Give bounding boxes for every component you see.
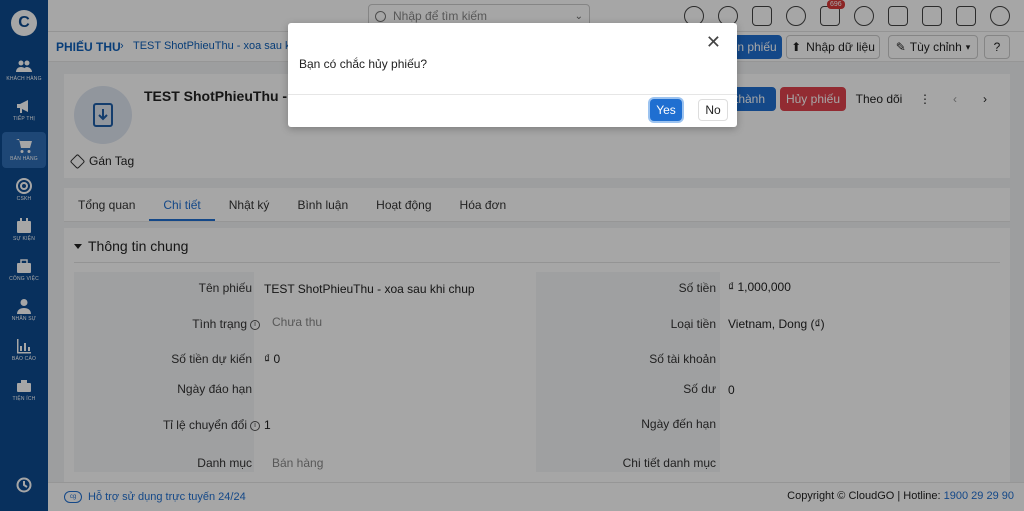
dialog-divider: [288, 94, 737, 95]
yes-button[interactable]: Yes: [650, 99, 682, 121]
no-button[interactable]: No: [698, 99, 728, 121]
confirm-message: Bạn có chắc hủy phiếu?: [299, 57, 428, 71]
close-icon[interactable]: ✕: [706, 33, 721, 51]
confirm-dialog: Bạn có chắc hủy phiếu? ✕ Yes No: [288, 23, 737, 127]
